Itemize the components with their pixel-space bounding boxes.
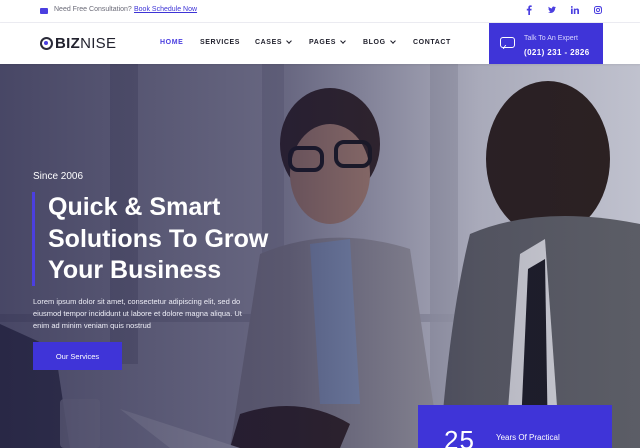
- headline-line: Quick & Smart: [48, 193, 221, 221]
- hero-headline: Quick & Smart Solutions To Grow Your Bus…: [48, 192, 308, 287]
- nav-item-label: CONTACT: [413, 39, 451, 46]
- instagram-icon[interactable]: [594, 5, 602, 15]
- nav-item-label: PAGES: [309, 39, 336, 46]
- social-links: [525, 5, 602, 15]
- book-schedule-link[interactable]: Book Schedule Now: [134, 6, 197, 13]
- chat-bubble-icon: [500, 37, 515, 48]
- stat-text: Years Of Practical: [496, 433, 560, 442]
- consultation-text: Need Free Consultation?: [54, 6, 132, 13]
- expert-phone[interactable]: (021) 231 - 2826: [524, 48, 590, 57]
- facebook-icon[interactable]: [525, 5, 533, 15]
- nav-item-contact[interactable]: CONTACT: [413, 39, 451, 46]
- nav-menu: HOME SERVICES CASES PAGES BLOG CONTACT: [160, 38, 451, 46]
- nav-item-blog[interactable]: BLOG: [363, 38, 413, 46]
- hero-section: Since 2006 Quick & Smart Solutions To Gr…: [0, 64, 640, 448]
- nav-item-pages[interactable]: PAGES: [309, 38, 363, 46]
- our-services-button[interactable]: Our Services: [33, 342, 122, 370]
- nav-item-label: BLOG: [363, 39, 386, 46]
- twitter-icon[interactable]: [548, 5, 556, 15]
- headline-accent-bar: [32, 192, 35, 286]
- nav-item-label: HOME: [160, 39, 184, 46]
- nav-item-home[interactable]: HOME: [160, 39, 200, 46]
- logo-mark-icon: [40, 37, 53, 50]
- headline-line: Solutions To Grow: [48, 224, 269, 253]
- nav-item-label: CASES: [255, 39, 283, 46]
- mail-icon: [40, 8, 48, 14]
- chevron-down-icon: [340, 38, 346, 44]
- brand-logo[interactable]: BIZ NISE: [40, 35, 116, 52]
- headline-line: Your Business: [48, 256, 222, 284]
- top-bar: Need Free Consultation? Book Schedule No…: [0, 0, 640, 23]
- hero-description: Lorem ipsum dolor sit amet, consectetur …: [33, 297, 242, 330]
- logo-text-light: NISE: [80, 35, 117, 52]
- nav-item-services[interactable]: SERVICES: [200, 39, 255, 46]
- nav-item-cases[interactable]: CASES: [255, 38, 309, 46]
- logo-text-bold: BIZ: [55, 35, 81, 52]
- talk-to-expert-box[interactable]: Talk To An Expert (021) 231 - 2826: [489, 23, 603, 64]
- linkedin-icon[interactable]: [571, 5, 579, 15]
- nav-item-label: SERVICES: [200, 39, 241, 46]
- experience-stat-card: 25 Years Of Practical: [418, 405, 612, 448]
- chevron-down-icon: [286, 38, 292, 44]
- since-label: Since 2006: [33, 171, 84, 182]
- expert-label: Talk To An Expert: [524, 35, 578, 42]
- chevron-down-icon: [389, 38, 396, 44]
- stat-number: 25: [444, 425, 475, 448]
